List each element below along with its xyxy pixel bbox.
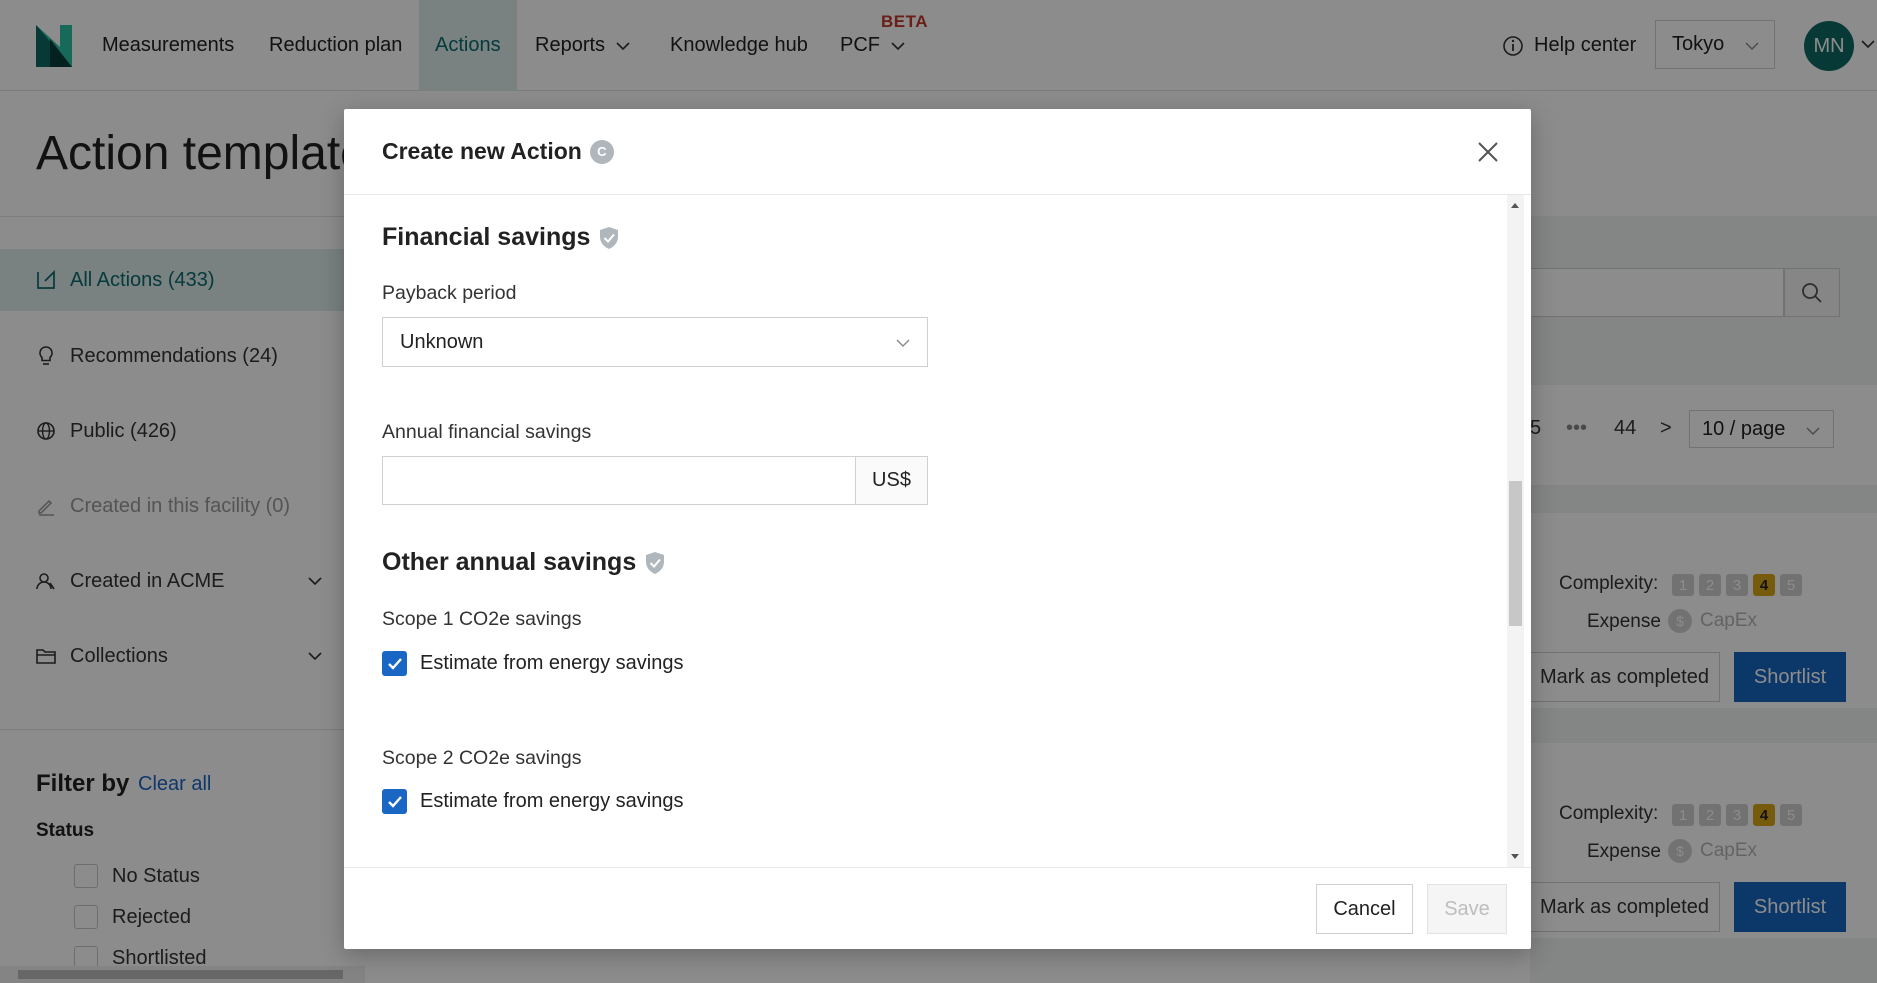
checkbox-checked[interactable] [382, 651, 407, 676]
shield-check-icon [600, 226, 619, 249]
modal-scrollbar[interactable] [1507, 195, 1524, 867]
payback-period-select[interactable]: Unknown [382, 317, 928, 367]
copyright-badge-icon: C [589, 139, 614, 164]
other-annual-savings-title: Other annual savings [382, 548, 666, 577]
modal-footer: Cancel Save [344, 867, 1531, 949]
scope1-estimate-checkbox[interactable]: Estimate from energy savings [382, 651, 683, 676]
scope2-estimate-checkbox[interactable]: Estimate from energy savings [382, 789, 683, 814]
close-icon[interactable] [1475, 139, 1501, 165]
checkmark-icon [387, 657, 402, 670]
annual-financial-savings-field: US$ [382, 456, 928, 505]
checkbox-checked[interactable] [382, 789, 407, 814]
scope2-label: Scope 2 CO2e savings [382, 747, 582, 769]
modal-header: Create new Action C [344, 109, 1531, 195]
scroll-up-icon[interactable] [1511, 203, 1519, 208]
modal-title: Create new Action C [382, 138, 614, 165]
create-action-modal: Create new Action C Financial savings Pa… [344, 109, 1531, 949]
payback-period-label: Payback period [382, 282, 517, 304]
financial-savings-title: Financial savings [382, 223, 620, 252]
scroll-down-icon[interactable] [1511, 854, 1519, 859]
checkmark-icon [387, 795, 402, 808]
annual-financial-savings-label: Annual financial savings [382, 421, 592, 443]
shield-check-icon [646, 551, 665, 574]
save-button[interactable]: Save [1427, 884, 1507, 934]
cancel-button[interactable]: Cancel [1316, 884, 1413, 934]
scope1-label: Scope 1 CO2e savings [382, 608, 582, 630]
scrollbar-thumb[interactable] [1509, 481, 1522, 626]
chevron-down-icon [896, 339, 910, 347]
modal-body: Financial savings Payback period Unknown… [344, 195, 1531, 867]
annual-financial-savings-input[interactable] [382, 456, 855, 505]
currency-addon: US$ [855, 456, 928, 505]
